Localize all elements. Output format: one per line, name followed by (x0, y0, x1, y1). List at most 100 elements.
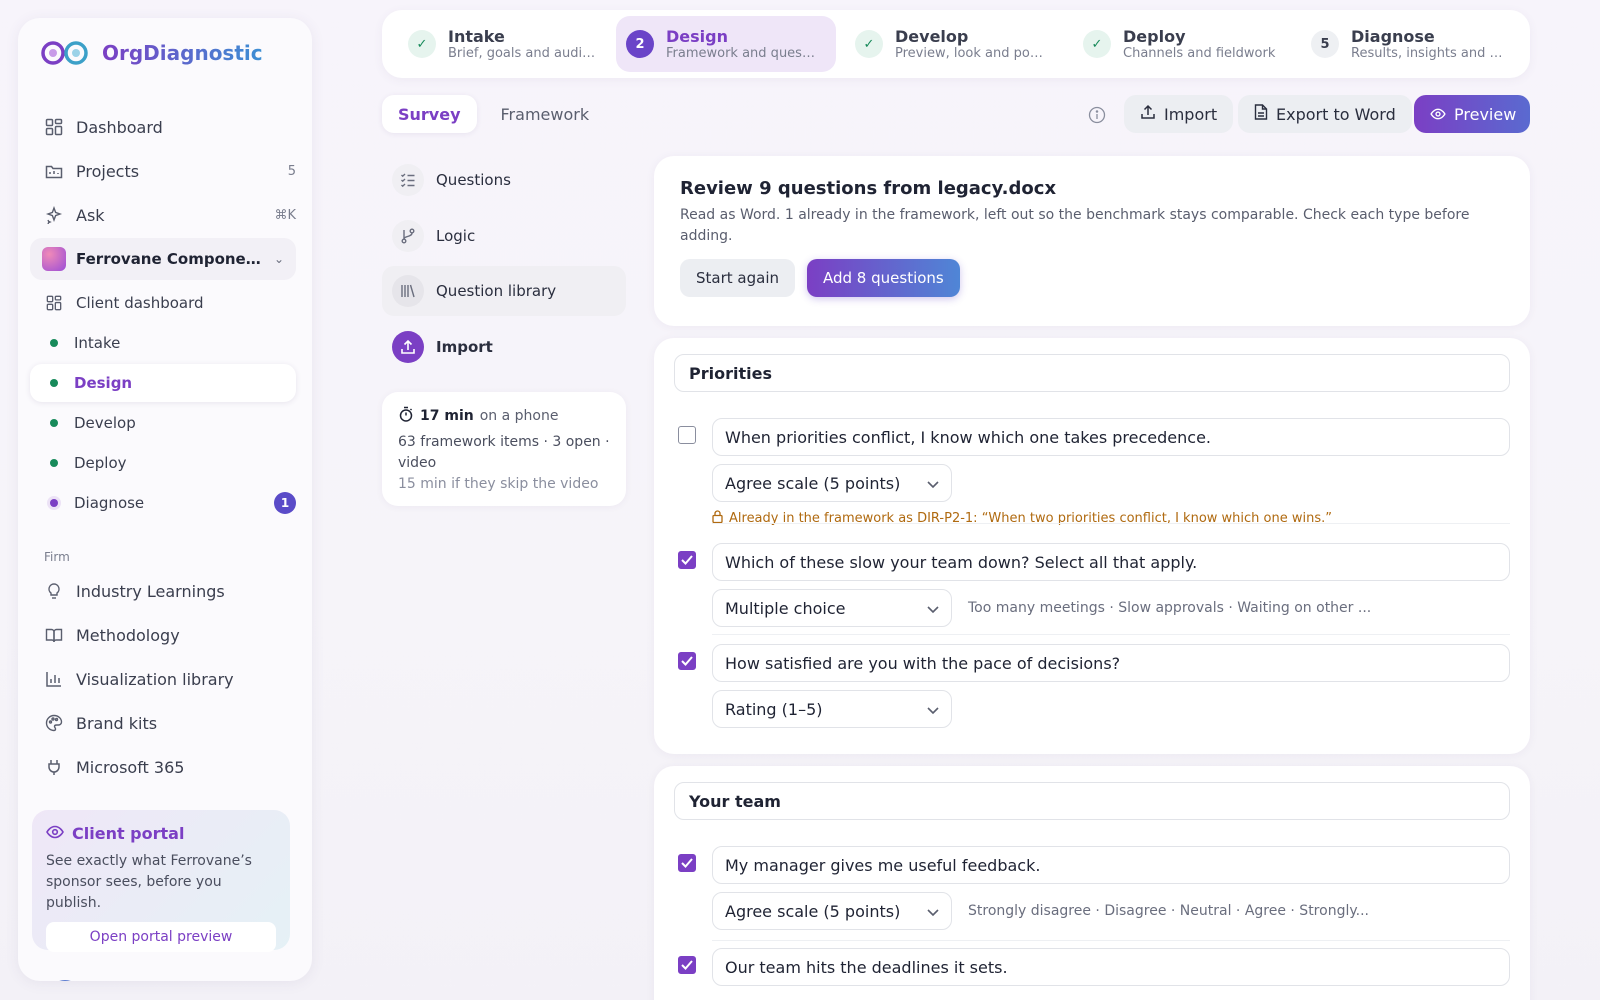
left-nav-label: Import (436, 338, 493, 356)
question-type-select[interactable]: Multiple choice (712, 589, 952, 627)
section-label-firm: Firm (44, 550, 70, 564)
open-portal-preview-button[interactable]: Open portal preview (46, 922, 276, 952)
sidebar-item-diagnose[interactable]: Diagnose 1 (44, 486, 302, 520)
step-develop[interactable]: ✓ Develop Preview, look and pop... (845, 16, 1057, 72)
sidebar: OrgDiagnostic Dashboard Projects 5 Ask ⌘… (18, 18, 312, 981)
left-nav-label: Question library (436, 282, 557, 300)
book-icon (44, 625, 64, 645)
step-subtitle: Brief, goals and audie... (448, 46, 600, 61)
tab-framework[interactable]: Framework (485, 95, 606, 133)
nav-methodology[interactable]: Methodology (44, 618, 302, 652)
user-avatar[interactable] (48, 980, 82, 981)
nav-label: Microsoft 365 (76, 757, 185, 777)
step-number: 5 (1311, 30, 1339, 58)
sidebar-item-design[interactable]: Design (44, 366, 302, 400)
checklist-icon (392, 164, 424, 196)
client-dashboard[interactable]: Client dashboard (44, 286, 302, 320)
question-text-input[interactable]: When priorities conflict, I know which o… (712, 418, 1510, 456)
nav-label: Diagnose (74, 494, 145, 512)
question-type-select[interactable]: Rating (1–5) (712, 690, 952, 728)
question-text-input[interactable]: Our team hits the deadlines it sets. (712, 948, 1510, 986)
question-type-select[interactable]: Agree scale (5 points) (712, 464, 952, 502)
nav-label: Deploy (74, 454, 127, 472)
question-text-input[interactable]: How satisfied are you with the pace of d… (712, 644, 1510, 682)
nav-visualization-library[interactable]: Visualization library (44, 662, 302, 696)
answer-options-summary: Too many meetings · Slow approvals · Wai… (968, 600, 1372, 616)
step-design[interactable]: 2 Design Framework and questi... (616, 16, 836, 72)
info-icon[interactable] (1086, 104, 1108, 126)
dashboard-icon (44, 117, 64, 137)
document-icon (1254, 104, 1268, 124)
status-dot (50, 379, 58, 387)
tab-survey[interactable]: Survey (382, 95, 477, 133)
nav-projects[interactable]: Projects 5 (44, 154, 302, 188)
dashboard-icon (44, 293, 64, 313)
left-nav-logic[interactable]: Logic (382, 211, 626, 261)
question-type-value: Rating (1–5) (725, 699, 823, 719)
survey-skip-video-note: 15 min if they skip the video (398, 476, 599, 492)
step-deploy[interactable]: ✓ Deploy Channels and fieldwork (1073, 16, 1293, 72)
check-icon: ✓ (855, 30, 883, 58)
brand[interactable]: OrgDiagnostic (40, 40, 263, 66)
question-checkbox[interactable] (678, 854, 696, 872)
question-type-value: Agree scale (5 points) (725, 473, 901, 493)
left-nav-questions[interactable]: Questions (382, 155, 626, 205)
question-checkbox[interactable] (678, 426, 696, 444)
branch-icon (392, 220, 424, 252)
left-nav-question-library[interactable]: Question library (382, 266, 626, 316)
check-icon: ✓ (1083, 30, 1111, 58)
notification-badge: 1 (274, 492, 296, 514)
section-title[interactable]: Your team (674, 782, 1510, 820)
review-title: Review 9 questions from legacy.docx (680, 178, 1057, 199)
nav-label: Intake (74, 334, 121, 352)
library-icon (392, 275, 424, 307)
client-portal-card: Client portal See exactly what Ferrovane… (32, 810, 290, 952)
nav-dashboard[interactable]: Dashboard (44, 110, 302, 144)
left-nav-label: Questions (436, 171, 511, 189)
preview-button[interactable]: Preview (1414, 95, 1530, 133)
add-questions-button[interactable]: Add 8 questions (807, 259, 960, 297)
view-tabs: Survey Framework (382, 95, 605, 133)
palette-icon (44, 713, 64, 733)
chevron-down-icon (927, 700, 939, 719)
nav-label: Methodology (76, 625, 180, 645)
nav-label: Industry Learnings (76, 581, 225, 601)
answer-options-summary: Strongly disagree · Disagree · Neutral ·… (968, 903, 1369, 919)
nav-label: Design (74, 374, 133, 392)
step-title: Develop (895, 27, 969, 46)
step-title: Intake (448, 27, 505, 46)
divider (712, 940, 1510, 941)
eye-icon (46, 824, 64, 843)
start-again-button[interactable]: Start again (680, 259, 795, 297)
sidebar-item-develop[interactable]: Develop (44, 406, 302, 440)
question-text-input[interactable]: My manager gives me useful feedback. (712, 846, 1510, 884)
import-label: Import (1164, 104, 1218, 124)
question-checkbox[interactable] (678, 652, 696, 670)
question-checkbox[interactable] (678, 551, 696, 569)
upload-icon (392, 331, 424, 363)
client-name: Ferrovane Compone... (76, 250, 261, 268)
left-nav-import[interactable]: Import (382, 322, 626, 372)
divider (712, 634, 1510, 635)
sidebar-item-intake[interactable]: Intake (44, 326, 302, 360)
import-button[interactable]: Import (1124, 95, 1234, 133)
question-type-select[interactable]: Agree scale (5 points) (712, 892, 952, 930)
plug-icon (44, 757, 64, 777)
nav-brand-kits[interactable]: Brand kits (44, 706, 302, 740)
section-title[interactable]: Priorities (674, 354, 1510, 392)
step-intake[interactable]: ✓ Intake Brief, goals and audie... (398, 16, 610, 72)
status-dot (50, 339, 58, 347)
question-text-input[interactable]: Which of these slow your team down? Sele… (712, 543, 1510, 581)
export-to-word-button[interactable]: Export to Word (1238, 95, 1412, 133)
client-switcher[interactable]: Ferrovane Compone... ⌄ (30, 238, 296, 280)
nav-label: Brand kits (76, 713, 158, 733)
nav-microsoft-365[interactable]: Microsoft 365 (44, 750, 302, 784)
step-diagnose[interactable]: 5 Diagnose Results, insights and r... (1301, 16, 1513, 72)
bar-chart-icon (44, 669, 64, 689)
sidebar-item-deploy[interactable]: Deploy (44, 446, 302, 480)
nav-ask[interactable]: Ask ⌘K (44, 198, 302, 232)
question-checkbox[interactable] (678, 956, 696, 974)
survey-items-summary: 63 framework items · 3 open · video (398, 434, 610, 471)
nav-industry-learnings[interactable]: Industry Learnings (44, 574, 302, 608)
lightbulb-icon (44, 581, 64, 601)
